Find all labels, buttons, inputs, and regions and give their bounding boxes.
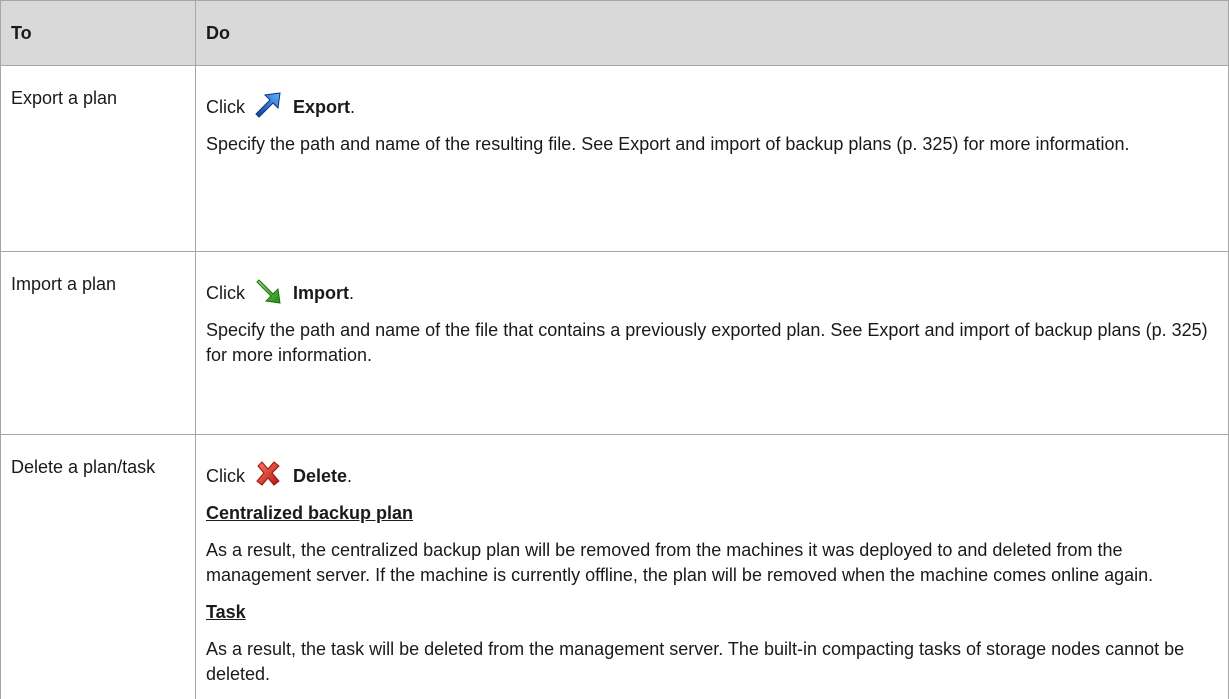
export-description: Specify the path and name of the resulti… [206,132,1218,157]
section-heading-centralized: Centralized backup plan [206,501,1218,526]
cell-to-export: Export a plan [1,66,196,252]
click-word: Click [206,94,245,120]
header-do: Do [196,1,1229,66]
cell-to-delete: Delete a plan/task [1,435,196,699]
import-action-label: Import [293,280,349,306]
cell-to-import: Import a plan [1,252,196,435]
import-arrow-icon [253,276,283,306]
period: . [347,463,352,489]
section-text-centralized: As a result, the centralized backup plan… [206,538,1218,588]
action-table: To Do Export a plan Click [0,0,1229,699]
click-word: Click [206,463,245,489]
click-instruction-delete: Click Delete. [206,449,1218,489]
cell-do-delete: Click Delete. [196,435,1229,699]
table-header-row: To Do [1,1,1229,66]
click-word: Click [206,280,245,306]
cell-do-export: Click Export. [196,66,1229,252]
delete-action-label: Delete [293,463,347,489]
period: . [349,280,354,306]
cell-do-import: Click Import. [196,252,1229,435]
table-row-import: Import a plan Click [1,252,1229,435]
delete-x-icon [253,459,283,489]
click-instruction-export: Click Export. [206,80,1218,120]
export-action-label: Export [293,94,350,120]
export-arrow-icon [253,90,283,120]
header-to: To [1,1,196,66]
section-text-task: As a result, the task will be deleted fr… [206,637,1218,687]
section-heading-task: Task [206,600,1218,625]
import-description: Specify the path and name of the file th… [206,318,1218,368]
table-row-export: Export a plan Click [1,66,1229,252]
period: . [350,94,355,120]
click-instruction-import: Click Import. [206,266,1218,306]
table-row-delete: Delete a plan/task Click [1,435,1229,699]
